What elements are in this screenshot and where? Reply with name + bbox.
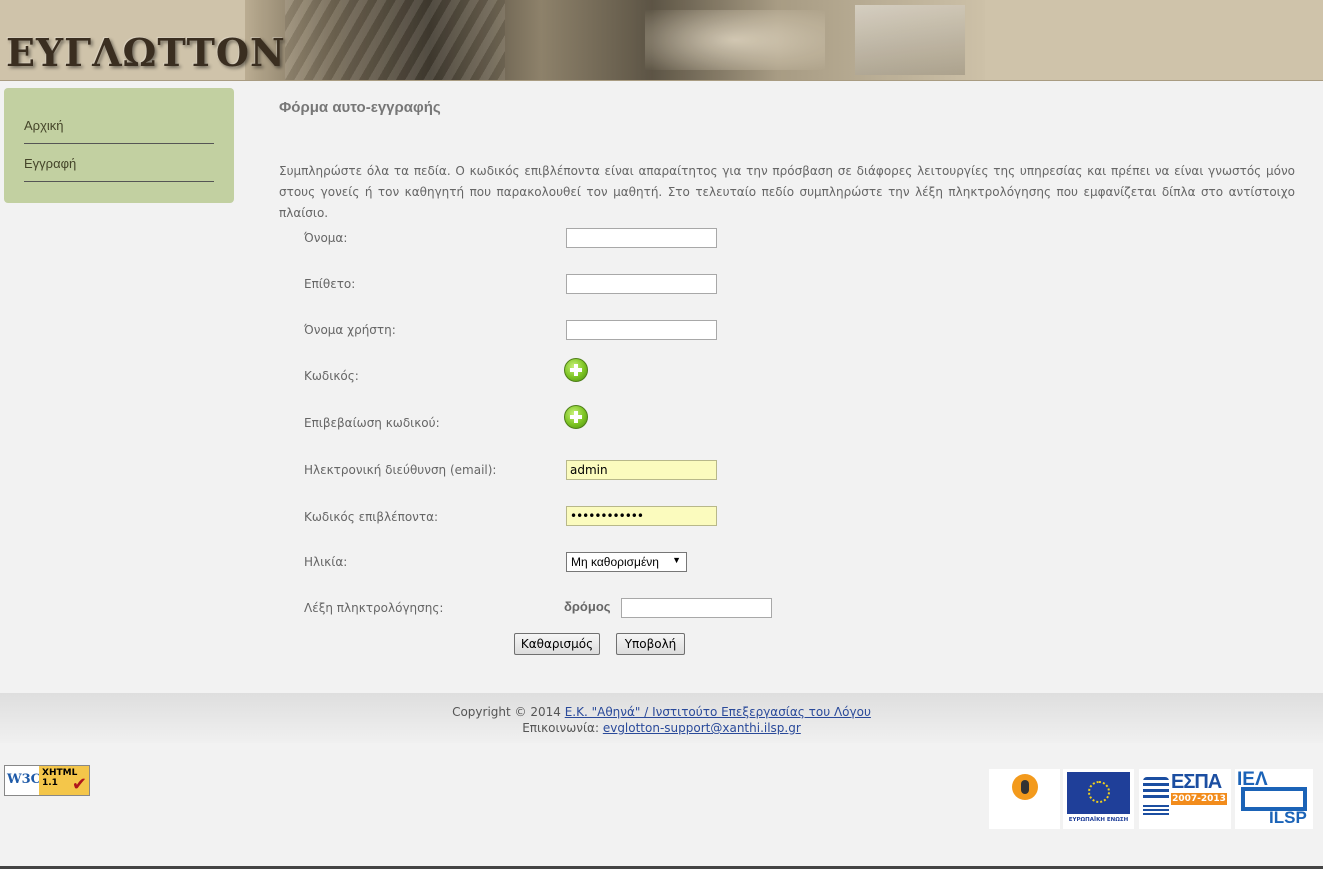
- sidebar-item-register[interactable]: Εγγραφή: [24, 144, 214, 182]
- contact-email-link[interactable]: evglotton-support@xanthi.ilsp.gr: [603, 721, 801, 735]
- header-banner: ΕΥΓΛΩΤΤΟΝ: [0, 0, 1323, 81]
- submit-button[interactable]: Υποβολή: [616, 633, 685, 655]
- email-input[interactable]: [566, 460, 717, 480]
- supervisor-code-label: Κωδικός επιβλέποντα:: [304, 510, 439, 524]
- sidebar: Αρχική Εγγραφή: [4, 88, 234, 203]
- reset-button[interactable]: Καθαρισμός: [514, 633, 600, 655]
- password-add-icon[interactable]: [564, 358, 588, 382]
- contact-line: Επικοινωνία: evglotton-support@xanthi.il…: [0, 720, 1323, 736]
- first-name-input[interactable]: [566, 228, 717, 248]
- intro-text: Συμπληρώστε όλα τα πεδία. Ο κωδικός επιβ…: [279, 164, 1295, 220]
- last-name-label: Επίθετο:: [304, 277, 356, 291]
- supervisor-code-input[interactable]: [566, 506, 717, 526]
- email-label: Ηλεκτρονική διεύθυνση (email):: [304, 463, 497, 477]
- footer: Copyright © 2014 Ε.Κ. "Αθηνά" / Ινστιτού…: [0, 693, 1323, 743]
- greek-flag-icon: [1143, 805, 1169, 817]
- org-link[interactable]: Ε.Κ. "Αθηνά" / Ινστιτούτο Επεξεργασίας τ…: [565, 705, 871, 719]
- captcha-label: Λέξη πληκτρολόγησης:: [304, 601, 444, 615]
- dropdown-arrow-icon: ▼: [672, 555, 681, 565]
- age-select[interactable]: Μη καθορισμένη ▼: [566, 552, 687, 572]
- captcha-word: δρόμος: [564, 599, 611, 614]
- last-name-input[interactable]: [566, 274, 717, 294]
- password-confirm-label: Επιβεβαίωση κωδικού:: [304, 416, 440, 430]
- sidebar-item-home[interactable]: Αρχική: [24, 106, 214, 144]
- username-label: Όνομα χρήστη:: [304, 323, 396, 337]
- digital-school-logo[interactable]: [989, 769, 1060, 829]
- age-label: Ηλικία:: [304, 555, 348, 569]
- page-title: Φόρμα αυτο-εγγραφής: [279, 99, 441, 116]
- eu-flag-icon: [1067, 772, 1130, 814]
- site-logo[interactable]: ΕΥΓΛΩΤΤΟΝ: [6, 30, 286, 75]
- espa-name: ΕΣΠΑ: [1171, 771, 1222, 793]
- eu-flag-logo[interactable]: ΕΥΡΩΠΑΪΚΗ ΕΝΩΣΗ: [1063, 769, 1134, 829]
- contact-label: Επικοινωνία:: [522, 721, 603, 735]
- password-confirm-add-icon[interactable]: [564, 405, 588, 429]
- eu-label: ΕΥΡΩΠΑΪΚΗ ΕΝΩΣΗ: [1068, 817, 1129, 823]
- espa-years: 2007-2013: [1171, 793, 1227, 805]
- copyright-text: Copyright © 2014: [452, 705, 565, 719]
- captcha-input[interactable]: [621, 598, 772, 618]
- ilsp-logo[interactable]: ΙΕΛ ILSP: [1235, 769, 1313, 829]
- age-select-value: Μη καθορισμένη: [571, 555, 659, 569]
- checkmark-icon: ✔: [71, 774, 87, 795]
- info-figure-icon: [1012, 774, 1038, 800]
- w3c-xhtml-badge[interactable]: W3C XHTML 1.1 ✔: [4, 765, 90, 796]
- ilsp-latin-text: ILSP: [1269, 808, 1307, 827]
- espa-logo[interactable]: ΕΣΠΑ 2007-2013: [1139, 769, 1231, 829]
- password-label: Κωδικός:: [304, 369, 359, 383]
- first-name-label: Όνομα:: [304, 231, 348, 245]
- espa-waves-icon: [1143, 777, 1169, 801]
- username-input[interactable]: [566, 320, 717, 340]
- copyright-line: Copyright © 2014 Ε.Κ. "Αθηνά" / Ινστιτού…: [0, 704, 1323, 720]
- w3c-logo-text: W3C: [7, 772, 41, 787]
- header-photo: [245, 0, 985, 81]
